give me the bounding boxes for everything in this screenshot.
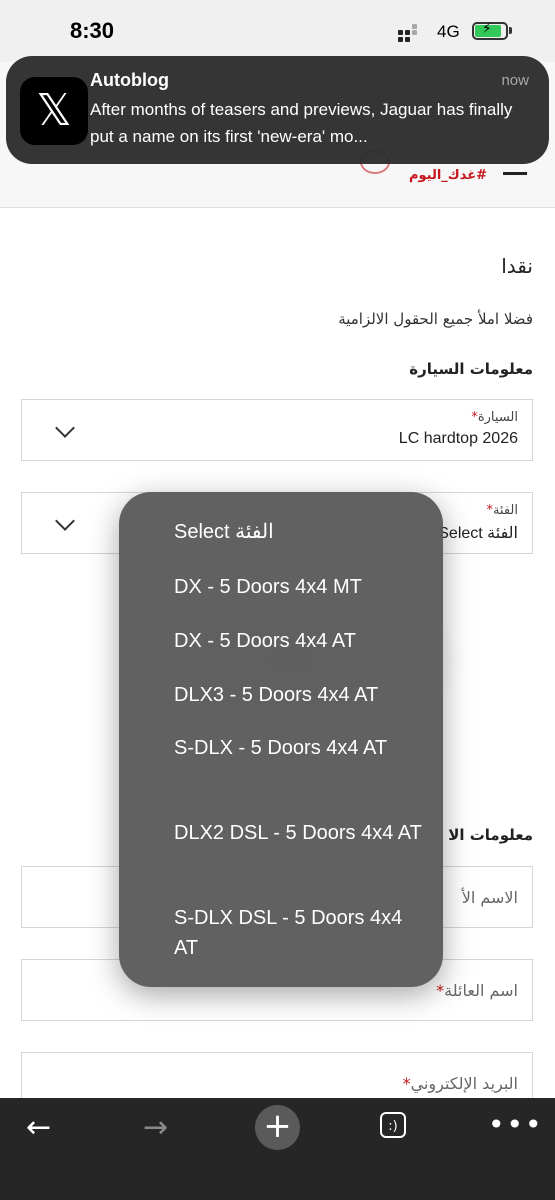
notification-time: now	[501, 72, 529, 89]
dropdown-option[interactable]: DX - 5 Doors 4x4 MT	[174, 572, 424, 602]
menu-icon[interactable]	[503, 172, 527, 175]
first-name-label: الاسم الأ	[461, 888, 518, 907]
chevron-down-icon	[55, 511, 75, 531]
tabs-button[interactable]: :)	[380, 1112, 406, 1138]
car-select[interactable]: السيارة* LC hardtop 2026	[21, 399, 533, 461]
push-notification[interactable]: 𝕏 Autoblog now After months of teasers a…	[6, 56, 549, 164]
required-mark: *	[402, 1074, 411, 1093]
browser-toolbar: ← → + :) •••	[0, 1098, 555, 1200]
checkmark-icon: ✓	[27, 527, 43, 549]
car-label: السيارة	[477, 410, 518, 425]
car-info-heading: معلومات السيارة	[409, 360, 533, 378]
battery-icon: ⚡	[472, 21, 508, 40]
new-tab-plus-icon[interactable]: +	[255, 1105, 300, 1150]
more-dots-icon[interactable]: •••	[488, 1108, 544, 1141]
dropdown-option[interactable]: DLX3 - 5 Doors 4x4 AT	[174, 680, 424, 710]
forward-arrow-icon[interactable]: →	[143, 1113, 168, 1143]
battery-tip	[509, 27, 512, 34]
page-title: نقدا	[501, 254, 533, 278]
dropdown-option[interactable]: DX - 5 Doors 4x4 AT	[174, 626, 424, 656]
dropdown-option-selected[interactable]: Select الفئة	[174, 517, 424, 547]
status-time: 8:30	[70, 18, 115, 43]
x-logo-icon: 𝕏	[20, 77, 88, 145]
grade-label: الفئة	[492, 503, 518, 518]
car-value: LC hardtop 2026	[398, 430, 518, 447]
back-arrow-icon[interactable]: ←	[26, 1113, 51, 1143]
network-label: 4G	[437, 22, 460, 41]
last-name-label: اسم العائلة	[444, 981, 518, 1000]
grade-value: Select الفئة	[438, 525, 518, 542]
form-instruction: فضلا املأ جميع الحقول الالزامية	[338, 310, 533, 328]
dropdown-option[interactable]: S-DLX - 5 Doors 4x4 AT	[174, 733, 424, 763]
dropdown-option[interactable]: DLX2 DSL - 5 Doors 4x4 AT	[174, 818, 424, 848]
notification-app-name: Autoblog	[90, 70, 169, 90]
chevron-down-icon	[55, 418, 75, 438]
grade-dropdown-menu: Select الفئة DX - 5 Doors 4x4 MT DX - 5 …	[119, 492, 443, 987]
notification-body: After months of teasers and previews, Ja…	[90, 100, 513, 146]
required-mark: *	[436, 981, 445, 1000]
email-label: البريد الإلكتروني	[410, 1074, 518, 1093]
dropdown-option[interactable]: S-DLX DSL - 5 Doors 4x4 AT	[174, 903, 424, 963]
signal-icon	[398, 24, 420, 42]
contact-info-heading: معلومات الا	[448, 826, 533, 844]
status-bar: 8:30 4G ⚡	[0, 0, 555, 62]
header-hashtag[interactable]: #غدك_اليوم	[409, 168, 487, 183]
